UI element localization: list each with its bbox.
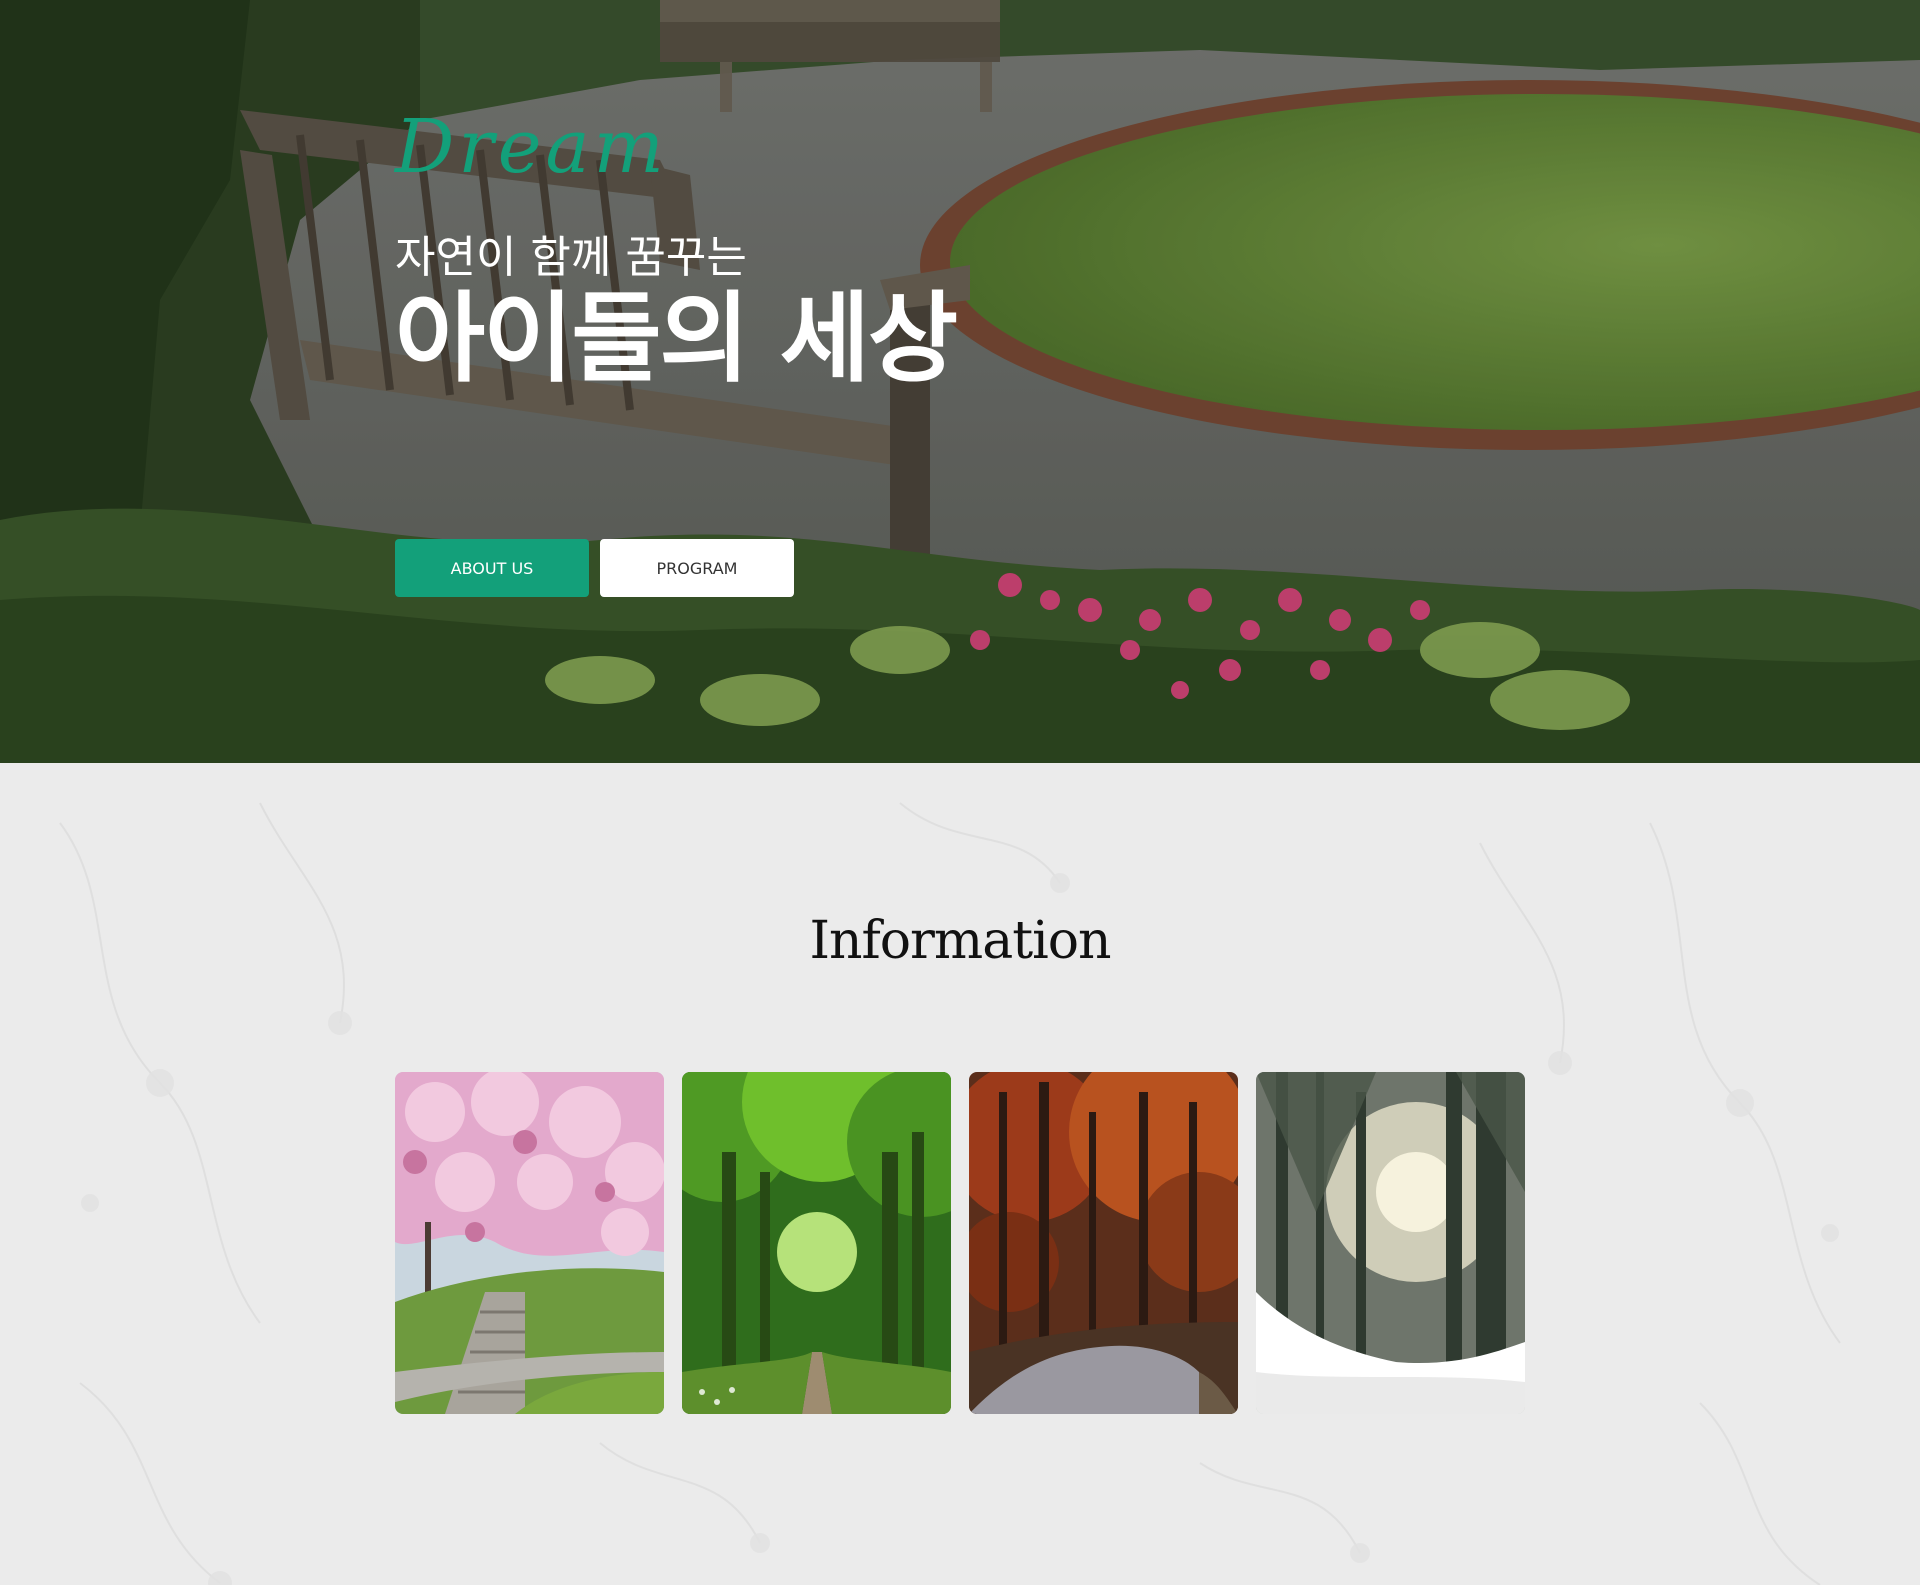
about-us-button[interactable]: ABOUT US xyxy=(395,539,589,597)
hero-subtitle: 자연이 함께 꿈꾸는 xyxy=(395,232,747,283)
hero-script-title: Dream xyxy=(395,104,668,190)
season-cards xyxy=(395,1072,1525,1414)
spring-blossom-image xyxy=(395,1072,664,1414)
winter-forest-image xyxy=(1256,1072,1525,1414)
card-spring[interactable] xyxy=(395,1072,664,1414)
program-button[interactable]: PROGRAM xyxy=(600,539,794,597)
garden-hero-image xyxy=(0,0,1920,763)
card-winter[interactable] xyxy=(1256,1072,1525,1414)
hero-section: Dream 자연이 함께 꿈꾸는 아이들의 세상 ABOUT US PROGRA… xyxy=(0,0,1920,763)
information-section: Information xyxy=(0,763,1920,1585)
information-title: Information xyxy=(809,911,1111,971)
card-autumn[interactable] xyxy=(969,1072,1238,1414)
summer-forest-image xyxy=(682,1072,951,1414)
card-summer[interactable] xyxy=(682,1072,951,1414)
hero-title: 아이들의 세상 xyxy=(395,282,958,396)
autumn-forest-image xyxy=(969,1072,1238,1414)
